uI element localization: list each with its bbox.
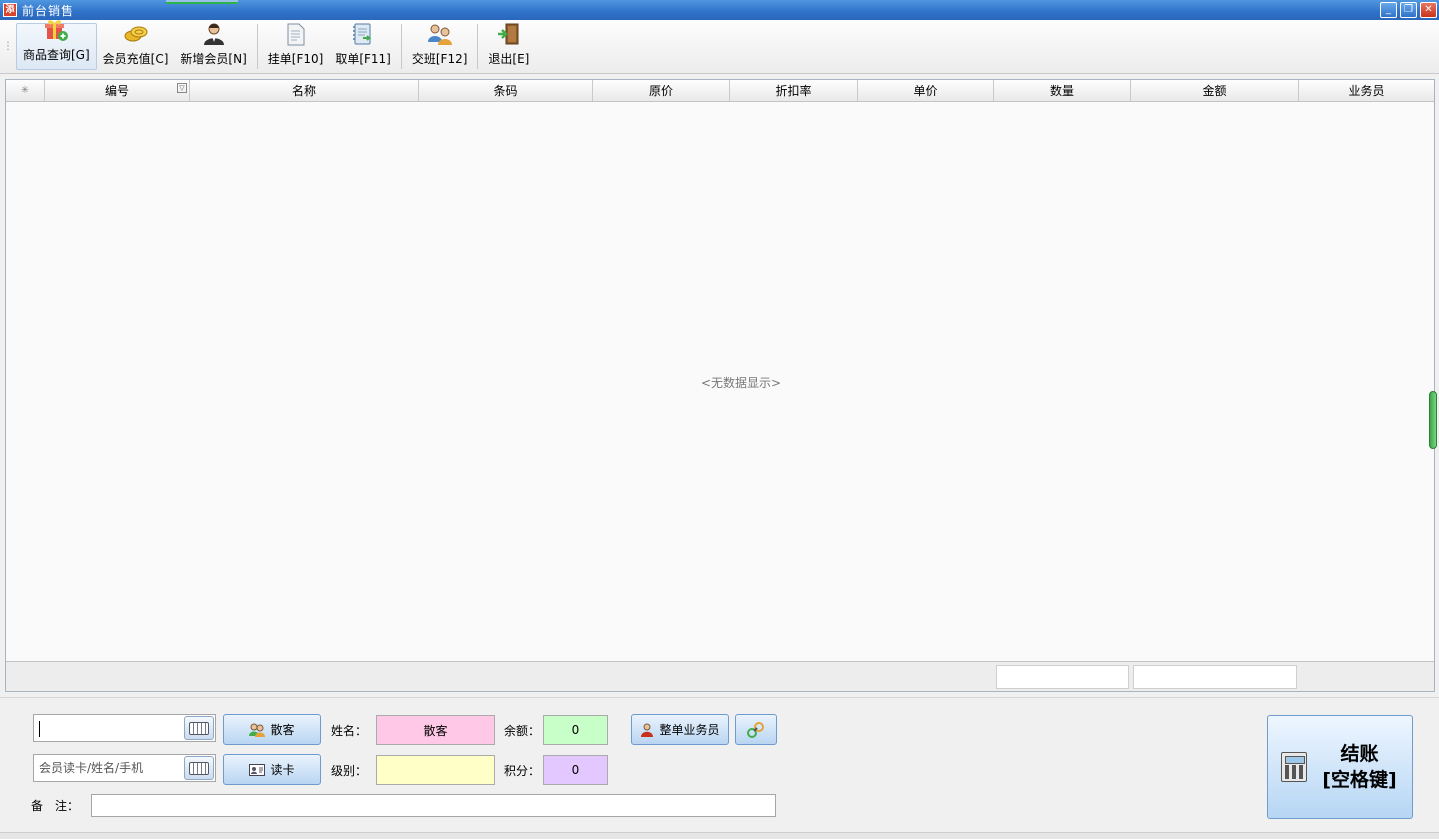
hold-order-label: 挂单[F10]: [267, 52, 324, 66]
shift-handover-label: 交班[F12]: [411, 52, 468, 66]
column-header-amount[interactable]: 金额: [1131, 80, 1299, 101]
level-label: 级别：: [331, 764, 368, 778]
order-salesman-label: 整单业务员: [659, 723, 720, 737]
toolbar-grip-icon[interactable]: ⋮: [0, 20, 16, 73]
checkout-panel: 会员读卡/姓名/手机 散客 读卡 姓名： 散客 级别： 余额： 0 积分： 0 …: [0, 697, 1439, 831]
app-icon: 添: [3, 3, 17, 17]
points-label: 积分：: [504, 764, 541, 778]
member-points-field: 0: [543, 755, 608, 785]
text-caret: [39, 720, 40, 737]
retrieve-order-label: 取单[F11]: [335, 52, 391, 66]
retrieve-order-button[interactable]: 取单[F11]: [329, 20, 397, 73]
keyboard-icon: [189, 721, 209, 735]
keyboard-icon: [189, 761, 209, 775]
document-icon: [283, 22, 309, 46]
column-header-label: 单价: [913, 84, 938, 98]
toolbar-divider: [400, 24, 402, 69]
toolbar-divider: [256, 24, 258, 69]
name-label: 姓名：: [331, 724, 368, 738]
settings-tool-button[interactable]: [735, 714, 777, 745]
column-header-label: 金额: [1202, 84, 1227, 98]
grid-header: ✳ 编号 ▽ 名称 条码 原价 折扣率 单价 数量 金额 业务员: [6, 80, 1434, 102]
column-header-original-price[interactable]: 原价: [593, 80, 730, 101]
gift-box-icon: [43, 18, 69, 42]
calculator-icon: [1281, 752, 1307, 782]
title-bar: 添 前台销售 _ ❐ ✕: [0, 0, 1439, 20]
filter-icon[interactable]: ▽: [177, 83, 187, 93]
amount-total-cell: [1133, 665, 1297, 689]
window-title: 前台销售: [22, 3, 75, 18]
keyboard-button[interactable]: [184, 756, 214, 780]
add-member-button[interactable]: 新增会员[N]: [174, 20, 252, 73]
restore-button[interactable]: ❐: [1400, 2, 1417, 18]
link-wrench-icon: [747, 721, 764, 738]
read-card-label: 读卡: [270, 763, 295, 777]
column-header-label: 名称: [291, 84, 316, 98]
status-bar: [0, 832, 1439, 839]
grid-summary-footer: [6, 661, 1434, 691]
row-indicator-header[interactable]: ✳: [6, 80, 45, 101]
title-tab-indicator: [166, 0, 238, 4]
remark-label: 备 注：: [31, 799, 80, 813]
shift-handover-button[interactable]: 交班[F12]: [406, 20, 474, 73]
column-header-barcode[interactable]: 条码: [419, 80, 593, 101]
column-header-salesman[interactable]: 业务员: [1299, 80, 1434, 101]
member-name-field: 散客: [376, 715, 495, 745]
quantity-total-cell: [996, 665, 1129, 689]
id-card-icon: [249, 763, 266, 776]
coins-icon: [123, 22, 149, 46]
minimize-button[interactable]: _: [1380, 2, 1397, 18]
keyboard-button[interactable]: [184, 716, 214, 740]
column-header-discount-rate[interactable]: 折扣率: [730, 80, 858, 101]
exit-door-icon: [496, 22, 522, 46]
salesman-icon: [641, 723, 654, 737]
member-recharge-button[interactable]: 会员充值[C]: [97, 20, 175, 73]
read-card-button[interactable]: 读卡: [223, 754, 321, 785]
add-member-label: 新增会员[N]: [180, 52, 247, 66]
column-header-unit-price[interactable]: 单价: [858, 80, 994, 101]
person-icon: [201, 22, 227, 46]
scroll-handle[interactable]: [1429, 391, 1437, 449]
toolbar-divider: [477, 24, 479, 69]
empty-grid-message: <无数据显示>: [700, 376, 782, 390]
exit-button[interactable]: 退出[E]: [482, 20, 535, 73]
checkout-button[interactable]: 结账 [空格键]: [1267, 715, 1413, 819]
toolbar: ⋮ 商品查询[G] 会员充值[C] 新增会员[N] 挂单[F10] 取单[F11…: [0, 20, 1439, 74]
column-header-label: 数量: [1049, 84, 1074, 98]
customers-icon: [249, 723, 266, 737]
hold-order-button[interactable]: 挂单[F10]: [262, 20, 330, 73]
walk-in-customer-button[interactable]: 散客: [223, 714, 321, 745]
column-header-label: 原价: [648, 84, 673, 98]
notebook-icon: [350, 22, 376, 46]
member-recharge-label: 会员充值[C]: [102, 52, 169, 66]
member-search-placeholder: 会员读卡/姓名/手机: [39, 761, 144, 775]
product-query-button[interactable]: 商品查询[G]: [16, 20, 97, 70]
checkout-shortcut-label: [空格键]: [1322, 769, 1397, 791]
column-header-label: 条码: [493, 84, 518, 98]
column-header-name[interactable]: 名称: [190, 80, 419, 101]
users-exchange-icon: [427, 22, 453, 46]
sales-grid[interactable]: ✳ 编号 ▽ 名称 条码 原价 折扣率 单价 数量 金额 业务员 <无数据显示>: [5, 79, 1435, 692]
walk-in-customer-label: 散客: [270, 723, 295, 737]
remark-input[interactable]: [91, 794, 776, 817]
close-button[interactable]: ✕: [1420, 2, 1437, 18]
column-header-code[interactable]: 编号 ▽: [45, 80, 190, 101]
member-balance-field: 0: [543, 715, 608, 745]
column-header-label: 折扣率: [775, 84, 812, 98]
column-header-label: 编号: [104, 84, 129, 98]
column-header-label: 业务员: [1348, 84, 1385, 98]
member-level-field: [376, 755, 495, 785]
product-query-label: 商品查询[G]: [23, 48, 90, 62]
column-header-quantity[interactable]: 数量: [994, 80, 1131, 101]
exit-label: 退出[E]: [488, 52, 530, 66]
balance-label: 余额：: [504, 724, 541, 738]
order-salesman-button[interactable]: 整单业务员: [631, 714, 729, 745]
checkout-label: 结账: [1340, 743, 1379, 765]
